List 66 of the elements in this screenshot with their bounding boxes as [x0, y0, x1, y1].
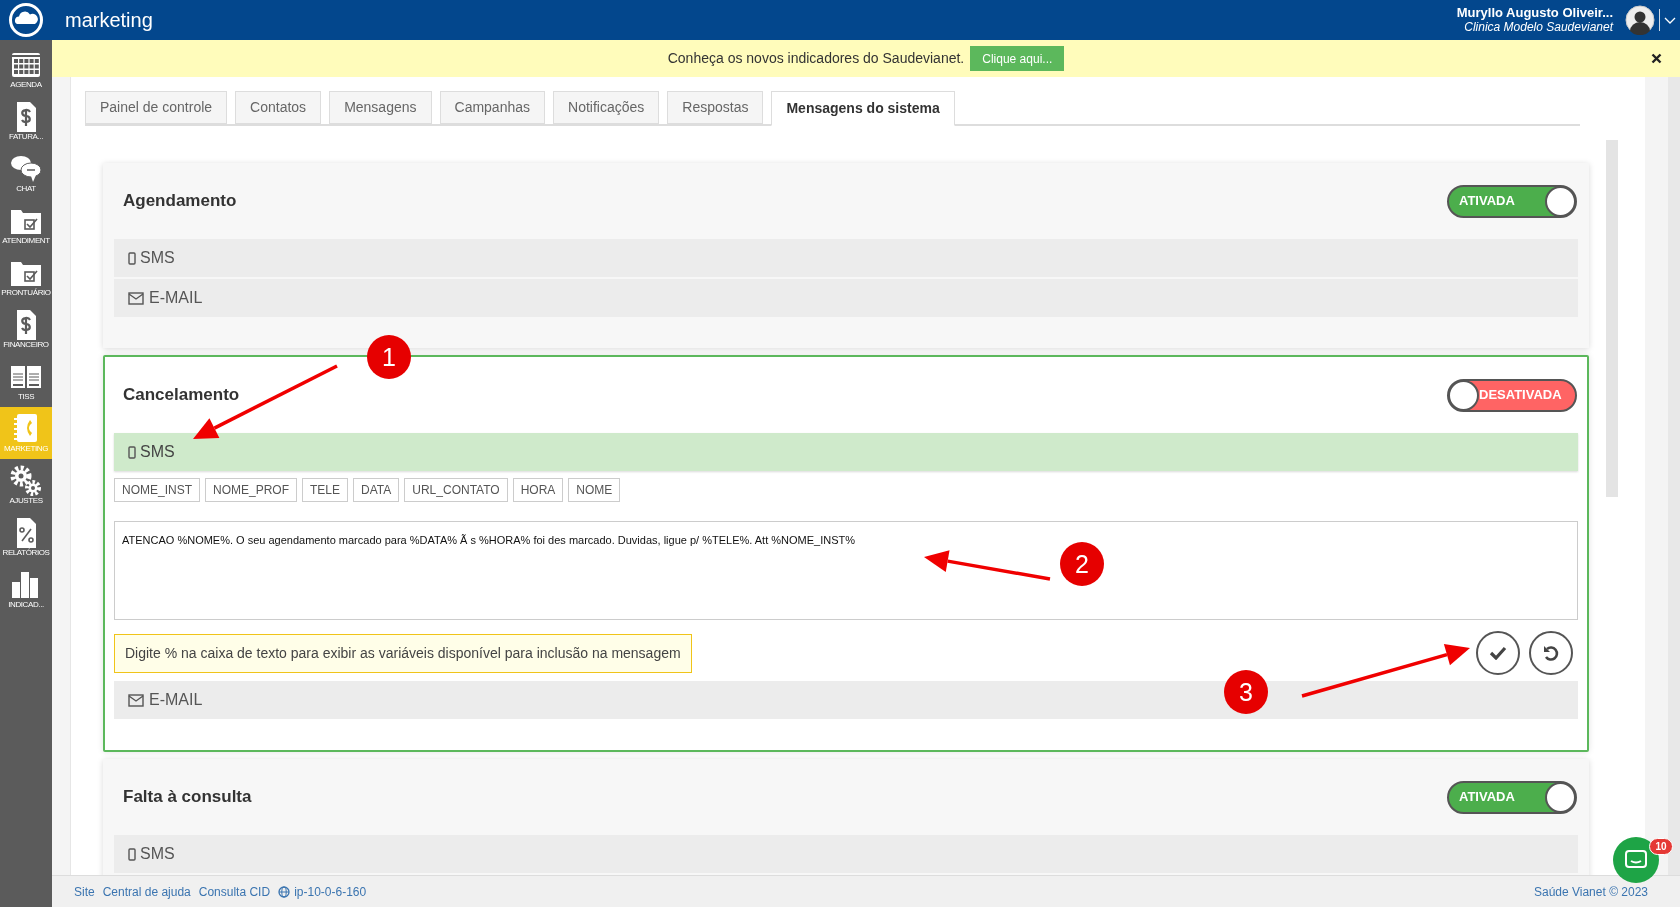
variable-button[interactable]: NOME_INST	[114, 478, 200, 502]
variable-button[interactable]: DATA	[353, 478, 400, 502]
footer-link[interactable]: Site	[74, 882, 95, 901]
page-title: marketing	[65, 8, 153, 33]
caret-icon[interactable]	[1664, 15, 1676, 25]
checkmark-icon	[1489, 646, 1507, 660]
tab[interactable]: Campanhas	[439, 91, 545, 124]
cloud-logo[interactable]	[8, 2, 44, 38]
mobile-phone-icon	[128, 847, 136, 861]
tab[interactable]: Contatos	[235, 91, 322, 124]
undo-icon	[1542, 644, 1560, 662]
mobile-phone-icon	[128, 445, 136, 459]
sidebar-item[interactable]: AGENDA	[0, 43, 52, 95]
copyright-text: Saúde Vianet © 2023	[1533, 883, 1648, 901]
channel-row[interactable]: E-MAIL	[114, 279, 1578, 317]
mobile-phone-icon	[128, 251, 136, 265]
server-address: ip-10-0-6-160	[294, 883, 367, 901]
footer-link[interactable]: Central de ajuda	[102, 882, 191, 901]
tab[interactable]: Painel de controle	[85, 91, 228, 124]
channel-label: SMS	[140, 844, 175, 864]
channel-label: SMS	[140, 442, 175, 462]
envelope-icon	[128, 693, 144, 707]
tab[interactable]: Notificações	[553, 91, 660, 124]
envelope-icon	[128, 291, 144, 305]
scrollbar[interactable]	[1606, 140, 1618, 497]
variable-button[interactable]: HORA	[512, 478, 564, 502]
variable-button[interactable]: NOME	[568, 478, 621, 502]
callout-number: 1	[367, 335, 411, 379]
close-icon[interactable]	[1651, 53, 1662, 64]
sidebar-item[interactable]: CHAT	[0, 147, 52, 199]
variable-button[interactable]: NOME_PROF	[205, 478, 298, 502]
sidebar-item[interactable]: PRONTUÁRIO	[0, 251, 52, 303]
channel-label: E-MAIL	[149, 288, 203, 308]
sidebar-item[interactable]: FATURA...	[0, 95, 52, 147]
user-name: Muryllo Augusto Oliveir...	[1456, 6, 1613, 20]
sidebar-item[interactable]: FINANCEIRO	[0, 303, 52, 355]
hint-message: Digite % na caixa de texto para exibir as variáveis disponível para inclusão na mensagem	[114, 633, 692, 673]
globe-icon	[278, 885, 291, 898]
variable-button[interactable]: URL_CONTATO	[404, 478, 508, 502]
channel-row[interactable]: SMS	[114, 433, 1578, 471]
section-title: Agendamento	[123, 190, 237, 213]
sidebar-item[interactable]: TISS	[0, 355, 52, 407]
chat-icon	[1625, 850, 1647, 870]
callout-number: 3	[1224, 670, 1268, 714]
channel-label: SMS	[140, 248, 175, 268]
sidebar-item[interactable]: AJUSTES	[0, 459, 52, 511]
tab[interactable]: Respostas	[667, 91, 764, 124]
variable-button[interactable]: TELE	[302, 478, 349, 502]
callout-number: 2	[1060, 542, 1104, 586]
tab[interactable]: Mensagens do sistema	[771, 91, 955, 126]
channel-row[interactable]: SMS	[114, 239, 1578, 277]
save-button[interactable]	[1476, 631, 1520, 675]
sidebar-item[interactable]: INDICAD...	[0, 563, 52, 615]
gears-icon	[9, 464, 43, 496]
organization-name: Clinica Modelo Saudevianet	[1464, 20, 1613, 34]
section-title: Cancelamento	[123, 384, 240, 407]
tab[interactable]: Mensagens	[329, 91, 432, 124]
undo-button[interactable]	[1529, 631, 1573, 675]
footer-link[interactable]: Consulta CID	[198, 882, 271, 901]
sidebar-item[interactable]: ATENDIMENT	[0, 199, 52, 251]
avatar-icon[interactable]	[1625, 5, 1655, 35]
sidebar-item[interactable]: RELATÓRIOS	[0, 511, 52, 563]
banner-message: Conheça os novos indicadores do Saudevianet.	[667, 49, 965, 68]
channel-row[interactable]: SMS	[114, 835, 1578, 873]
section-title: Falta à consulta	[123, 786, 252, 809]
channel-label: E-MAIL	[149, 690, 203, 710]
